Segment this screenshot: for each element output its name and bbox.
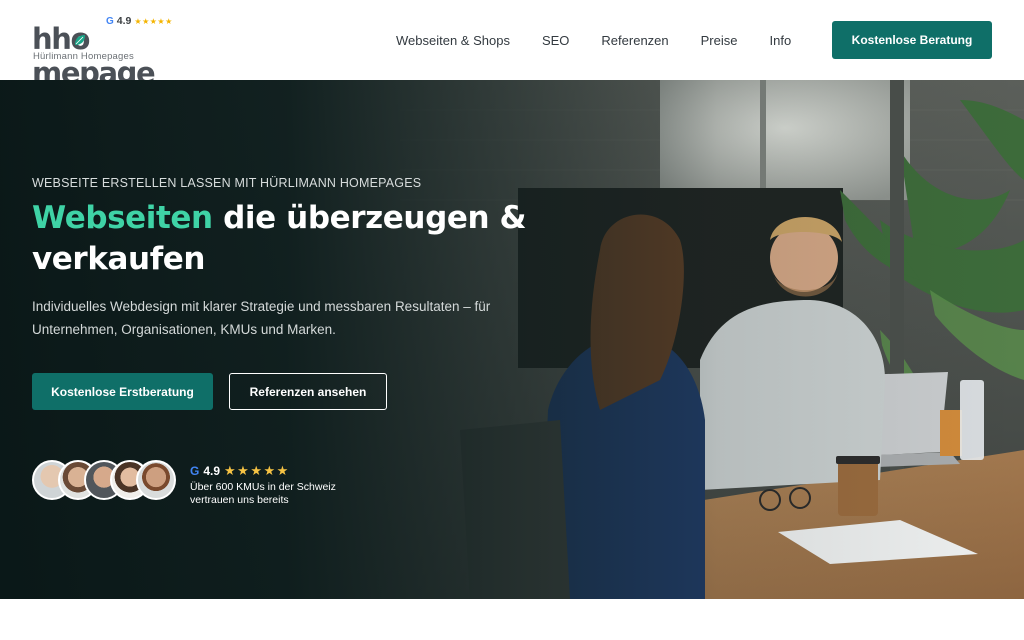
google-rating-proof: G 4.9 ★★★★★ Über 600 KMUs in der Schweiz… <box>190 463 350 507</box>
google-icon: G <box>190 464 200 478</box>
nav-webseiten-shops[interactable]: Webseiten & Shops <box>396 33 510 48</box>
hero-section: WEBSEITE ERSTELLEN LASSEN MIT HÜRLIMANN … <box>0 80 1024 599</box>
hero-headline: Webseiten die überzeugen & verkaufen <box>32 198 532 280</box>
rating-score: 4.9 <box>203 464 221 478</box>
free-consultation-button[interactable]: Kostenlose Beratung <box>832 21 992 59</box>
hero-lead: Individuelles Webdesign mit klarer Strat… <box>32 299 491 337</box>
trust-text: Über 600 KMUs in der Schweiz vertrauen u… <box>190 481 336 506</box>
hero-headline-accent: Webseiten <box>32 200 213 236</box>
view-references-button[interactable]: Referenzen ansehen <box>229 373 387 410</box>
star-rating-icon: ★★★★★ <box>224 463 290 478</box>
logo-rating: G 4.9 ★★★★★ <box>106 15 173 27</box>
main-nav: Webseiten & Shops SEO Referenzen Preise … <box>396 0 791 80</box>
logo-subtitle: Hürlimann Homepages <box>33 51 134 62</box>
avatar <box>136 460 176 500</box>
leaf-icon <box>74 35 85 45</box>
logo[interactable]: hhomepage G 4.9 ★★★★★ Hürlimann Homepage… <box>32 15 202 90</box>
nav-referenzen[interactable]: Referenzen <box>601 33 668 48</box>
nav-preise[interactable]: Preise <box>701 33 738 48</box>
hero-eyebrow: WEBSEITE ERSTELLEN LASSEN MIT HÜRLIMANN … <box>32 176 422 190</box>
nav-info[interactable]: Info <box>770 33 792 48</box>
nav-seo[interactable]: SEO <box>542 33 569 48</box>
google-icon: G <box>106 15 114 27</box>
free-initial-consultation-button[interactable]: Kostenlose Erstberatung <box>32 373 213 410</box>
customer-avatars <box>32 460 180 502</box>
site-header: hhomepage G 4.9 ★★★★★ Hürlimann Homepage… <box>0 0 1024 90</box>
logo-rating-score: 4.9 <box>116 15 132 27</box>
star-rating-icon: ★★★★★ <box>134 16 173 26</box>
